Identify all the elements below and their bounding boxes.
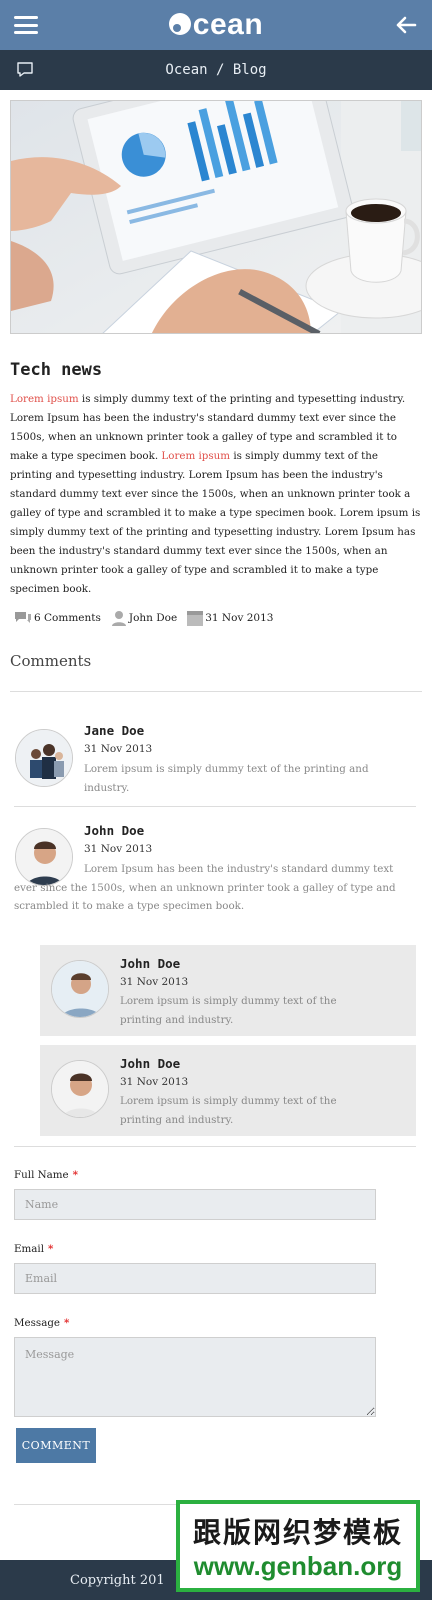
back-arrow-icon[interactable] [394,13,418,37]
article-meta: 6 Comments John Doe 31 Nov 2013 [14,610,283,626]
highlight-text: Lorem ipsum [10,393,79,405]
top-header: cean [0,0,432,50]
body-text: is simply dummy text of the printing and… [10,450,421,595]
divider [10,691,422,692]
comment-text: Lorem ipsum is simply dummy text of the … [84,763,369,794]
comment-text: Lorem ipsum is simply dummy text of the … [120,1095,337,1126]
article-hero-image [10,100,422,334]
message-field[interactable] [14,1337,376,1417]
fullname-label: Full Name * [14,1169,79,1181]
logo-text: cean [192,8,264,41]
calendar-icon [187,611,204,626]
watermark-line1: 跟版网织梦模板 [192,1515,403,1549]
post-date: 31 Nov 2013 [187,610,273,626]
author[interactable]: John Doe [111,610,177,626]
comment-date: 31 Nov 2013 [120,1076,189,1088]
avatar [51,1060,109,1118]
divider [14,806,416,807]
email-field[interactable] [14,1263,376,1294]
comment-date: 31 Nov 2013 [84,843,153,855]
avatar [51,960,109,1018]
breadcrumb-bar: Ocean / Blog [0,50,432,90]
article-title: Tech news [10,360,103,380]
logo-o-icon [168,13,191,35]
comments-heading: Comments [10,652,92,670]
fullname-field[interactable] [14,1189,376,1220]
highlight-text: Lorem ipsum [161,450,231,462]
copyright: Copyright 201 [70,1572,165,1588]
logo[interactable]: cean [168,8,264,42]
comment-date: 31 Nov 2013 [120,976,189,988]
chat-icon[interactable] [16,61,34,79]
watermark-line2: www.genban.org [193,1550,403,1581]
breadcrumb: Ocean / Blog [165,62,267,78]
comment-author: John Doe [120,1056,181,1071]
menu-icon[interactable] [14,16,38,34]
article-body: Lorem ipsum is simply dummy text of the … [10,390,422,599]
comment-text: Lorem ipsum is simply dummy text of the … [120,995,337,1026]
email-label: Email * [14,1243,54,1255]
comment-date: 31 Nov 2013 [84,743,153,755]
user-icon [111,611,126,626]
comment-button[interactable]: COMMENT [16,1428,96,1463]
divider [14,1146,416,1147]
message-label: Message * [14,1317,70,1329]
avatar [15,729,73,787]
comment-author: John Doe [84,823,145,838]
watermark-logo: 跟版网织梦模板 www.genban.org [176,1500,420,1592]
comment-text: Lorem Ipsum has been the industry's stan… [14,863,396,912]
comments-count[interactable]: 6 Comments [14,610,101,626]
comment-author: Jane Doe [84,723,145,738]
comments-icon [15,612,31,623]
comment-author: John Doe [120,956,181,971]
